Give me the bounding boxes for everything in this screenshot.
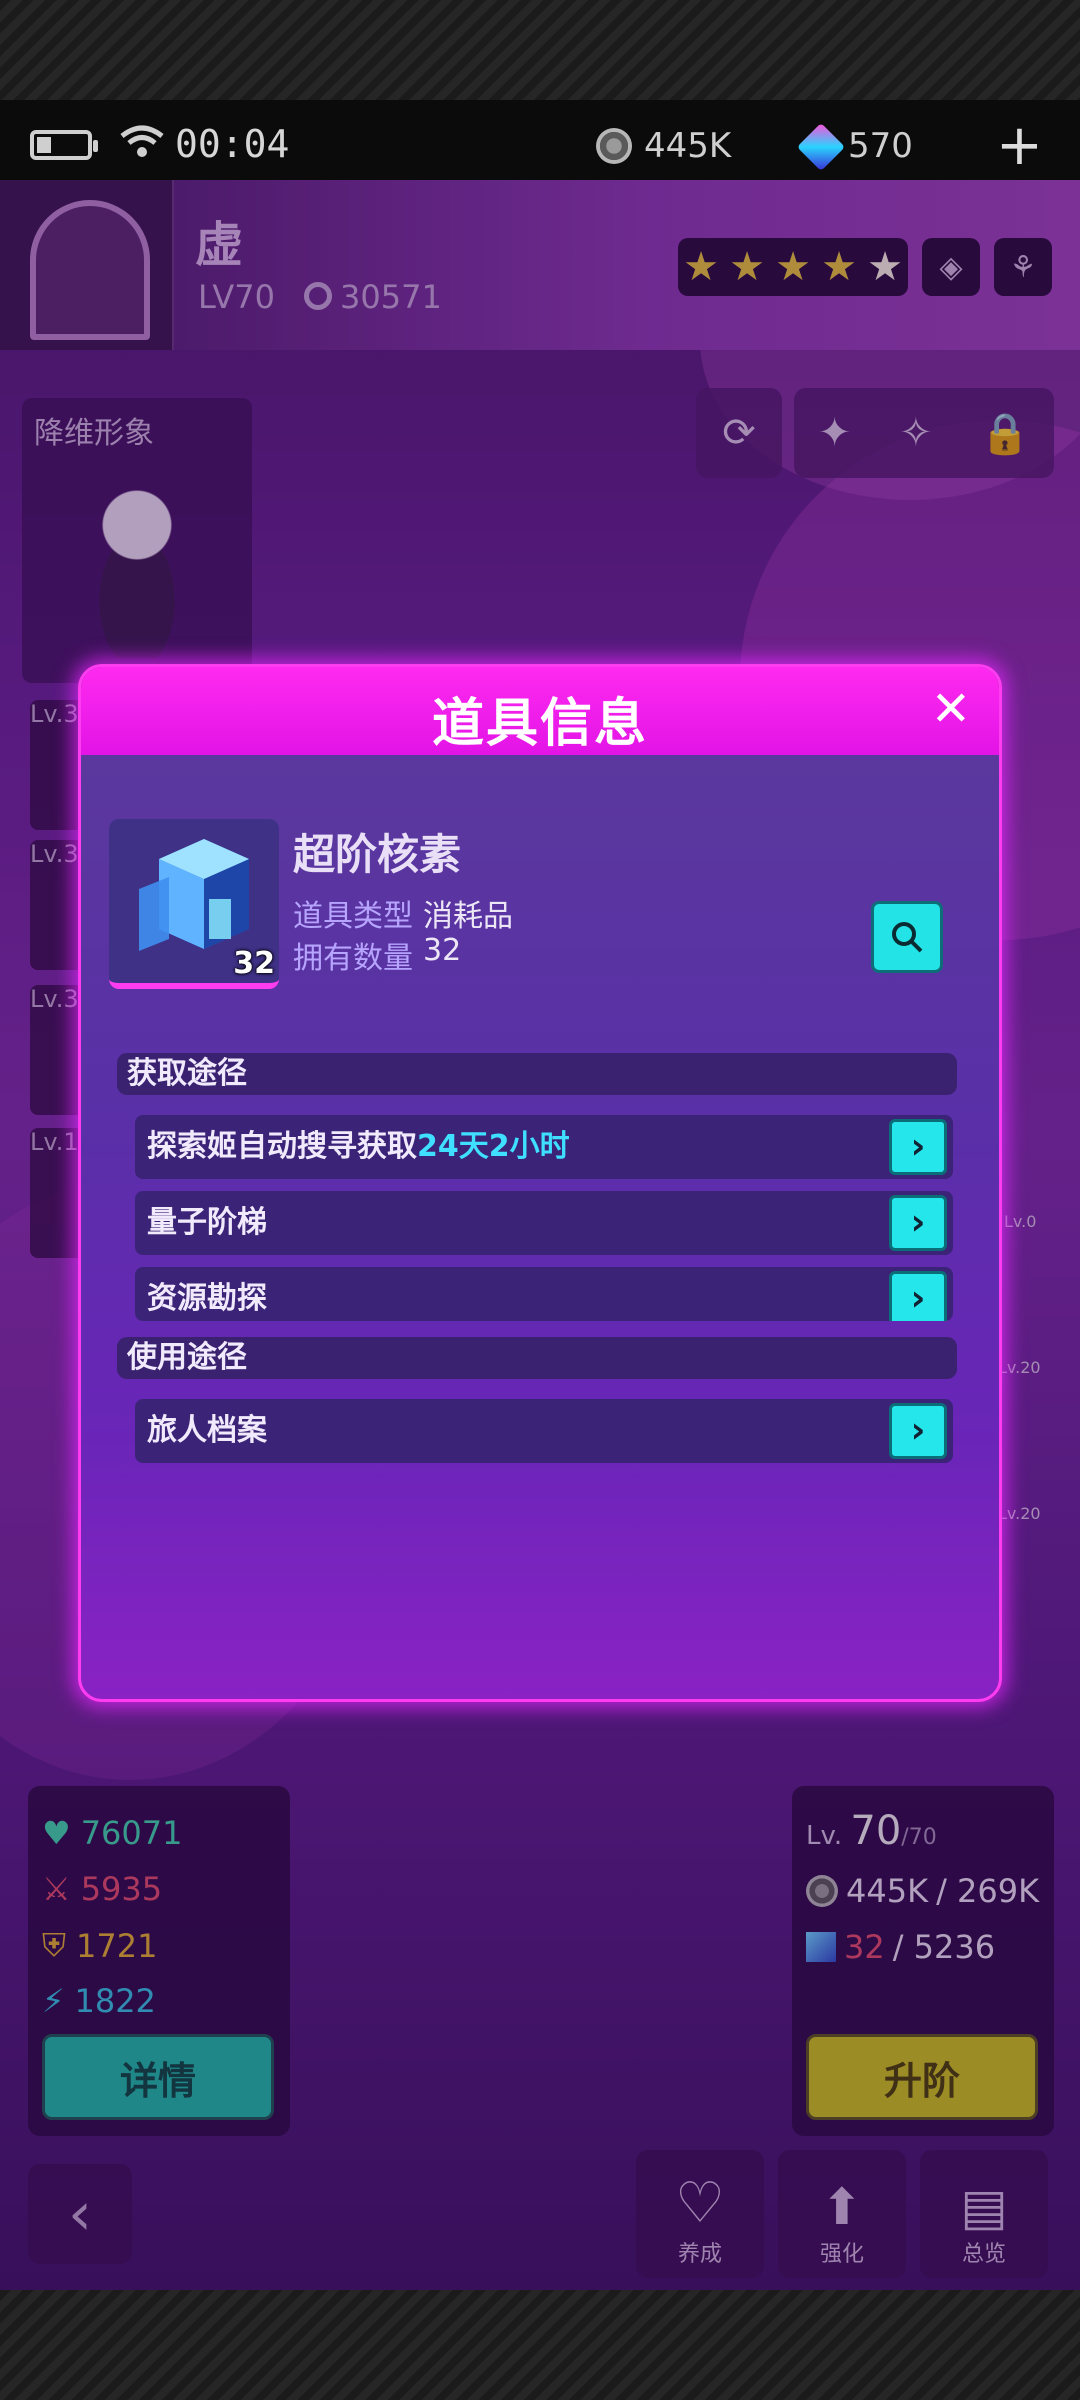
top-frame xyxy=(0,0,1080,100)
search-icon xyxy=(892,922,923,953)
item-search-button[interactable] xyxy=(871,901,943,973)
item-type-label: 道具类型 xyxy=(293,899,413,934)
item-info-dialog: 道具信息 ✕ 32 超阶核素 道具类型 消耗品 拥有数量 32 获取途径 探索姬… xyxy=(78,664,1002,1702)
chevron-right-icon: › xyxy=(910,1278,926,1319)
obtain-route-resource-survey[interactable]: 资源勘探 › xyxy=(135,1267,953,1321)
chevron-right-icon: › xyxy=(910,1410,926,1451)
obtain-route-quantum-ladder[interactable]: 量子阶梯 › xyxy=(135,1191,953,1255)
use-route-traveler-archive[interactable]: 旅人档案 › xyxy=(135,1399,953,1463)
chevron-right-icon: › xyxy=(910,1126,926,1167)
gem-balance: 570 xyxy=(848,126,913,166)
go-button[interactable]: › xyxy=(889,1403,947,1459)
item-icon-box: 32 xyxy=(109,819,279,989)
clock: 00:04 xyxy=(175,122,290,166)
chevron-right-icon: › xyxy=(910,1202,926,1243)
item-count-badge: 32 xyxy=(233,946,275,981)
own-count-label: 拥有数量 xyxy=(293,941,413,976)
item-name: 超阶核素 xyxy=(293,830,462,879)
use-section-title: 使用途径 xyxy=(117,1337,957,1379)
go-button[interactable]: › xyxy=(889,1195,947,1251)
item-type-value: 消耗品 xyxy=(423,899,513,934)
dialog-title: 道具信息 xyxy=(431,694,648,754)
close-button[interactable]: ✕ xyxy=(931,685,971,733)
obtain-section-title: 获取途径 xyxy=(117,1053,957,1095)
add-currency-button[interactable]: + xyxy=(996,118,1043,174)
coin-balance: 445K xyxy=(644,126,732,166)
battery-icon xyxy=(30,130,98,160)
go-button[interactable]: › xyxy=(889,1271,947,1321)
own-count-value: 32 xyxy=(423,933,462,968)
wifi-icon xyxy=(118,124,166,164)
go-button[interactable]: › xyxy=(889,1119,947,1175)
cooldown-text: 24天2小时 xyxy=(417,1129,570,1164)
coin-icon xyxy=(596,128,632,164)
obtain-route-explore[interactable]: 探索姬自动搜寻获取24天2小时 › xyxy=(135,1115,953,1179)
bottom-frame xyxy=(0,2290,1080,2400)
